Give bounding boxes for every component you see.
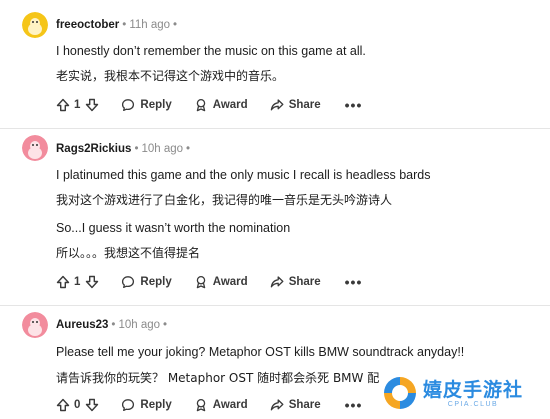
vote-group: 1 [56,275,99,289]
separator-dot: • [186,143,191,155]
more-options-button[interactable]: ••• [345,98,363,112]
separator-dot: • [111,319,116,331]
author-name[interactable]: Rags2Rickius [56,143,131,155]
award-button[interactable]: Award [194,275,248,289]
share-button[interactable]: Share [270,275,321,289]
award-button[interactable]: Award [194,398,248,412]
upvote-icon[interactable] [56,275,70,289]
downvote-icon[interactable] [85,98,99,112]
share-icon [270,98,284,112]
comment-meta: Aureus23 • 10h ago • [56,319,170,331]
comment-actions: 1 Reply Award Share ••• [56,94,362,116]
reply-label: Reply [140,276,172,288]
comment-text-zh: 所以。。。我想这不值得提名 [56,246,201,260]
comment-text-zh: 老实说，我根本不记得这个游戏中的音乐。 [56,69,285,83]
comment-text-en: So...I guess it wasn’t worth the nominat… [56,221,291,235]
award-label: Award [212,99,248,111]
more-options-button[interactable]: ••• [345,275,363,289]
timestamp: 10h ago [118,319,161,331]
reply-button[interactable]: Reply [121,98,172,112]
share-label: Share [288,99,321,111]
divider [0,305,550,306]
separator-dot: • [134,143,139,155]
comment-actions: 0 Reply Award Share ••• [56,394,362,416]
author-name[interactable]: freeoctober [56,19,119,31]
comment-text-en: I platinumed this game and the only musi… [56,168,431,182]
avatar[interactable] [22,12,48,38]
downvote-icon[interactable] [85,398,99,412]
watermark-text: 嬉皮手游社 CPIA.CLUB [423,379,523,408]
comment-meta: Rags2Rickius • 10h ago • [56,143,193,155]
share-button[interactable]: Share [270,98,321,112]
reply-icon [121,398,135,412]
upvote-icon[interactable] [56,398,70,412]
comment-text-en: Please tell me your joking? Metaphor OST… [56,345,465,359]
reply-button[interactable]: Reply [121,275,172,289]
award-label: Award [212,399,248,411]
award-label: Award [212,276,248,288]
award-icon [194,398,208,412]
award-icon [194,98,208,112]
comment-text-zh: 我对这个游戏进行了白金化，我记得的唯一音乐是无头吟游诗人 [56,193,393,207]
watermark-subtitle: CPIA.CLUB [447,400,499,408]
reply-label: Reply [140,399,172,411]
award-button[interactable]: Award [194,98,248,112]
award-icon [194,275,208,289]
vote-group: 0 [56,398,99,412]
avatar[interactable] [22,312,48,338]
share-label: Share [288,399,321,411]
vote-count: 1 [74,276,81,288]
downvote-icon[interactable] [85,275,99,289]
separator-dot: • [173,19,178,31]
reply-icon [121,98,135,112]
upvote-icon[interactable] [56,98,70,112]
share-label: Share [288,276,321,288]
comment-text-en: I honestly don’t remember the music on t… [56,44,366,58]
comment-actions: 1 Reply Award Share ••• [56,271,362,293]
avatar[interactable] [22,135,48,161]
share-icon [270,275,284,289]
comment-meta: freeoctober • 11h ago • [56,19,180,31]
vote-count: 1 [74,99,81,111]
timestamp: 10h ago [141,143,184,155]
share-icon [270,398,284,412]
share-button[interactable]: Share [270,398,321,412]
reply-icon [121,275,135,289]
timestamp: 11h ago [129,19,171,31]
separator-dot: • [163,319,168,331]
more-options-button[interactable]: ••• [345,398,363,412]
separator-dot: • [122,19,127,31]
divider [0,128,550,129]
watermark-title: 嬉皮手游社 [423,378,524,401]
comment-text-zh: 请告诉我你的玩笑？ Metaphor OST 随时都会杀死 BMW 配 [56,371,380,385]
reply-button[interactable]: Reply [121,398,172,412]
watermark: 嬉皮手游社 CPIA.CLUB [382,372,542,414]
vote-count: 0 [74,399,81,411]
watermark-logo-icon [382,375,418,411]
author-name[interactable]: Aureus23 [56,319,108,331]
reply-label: Reply [140,99,172,111]
vote-group: 1 [56,98,99,112]
